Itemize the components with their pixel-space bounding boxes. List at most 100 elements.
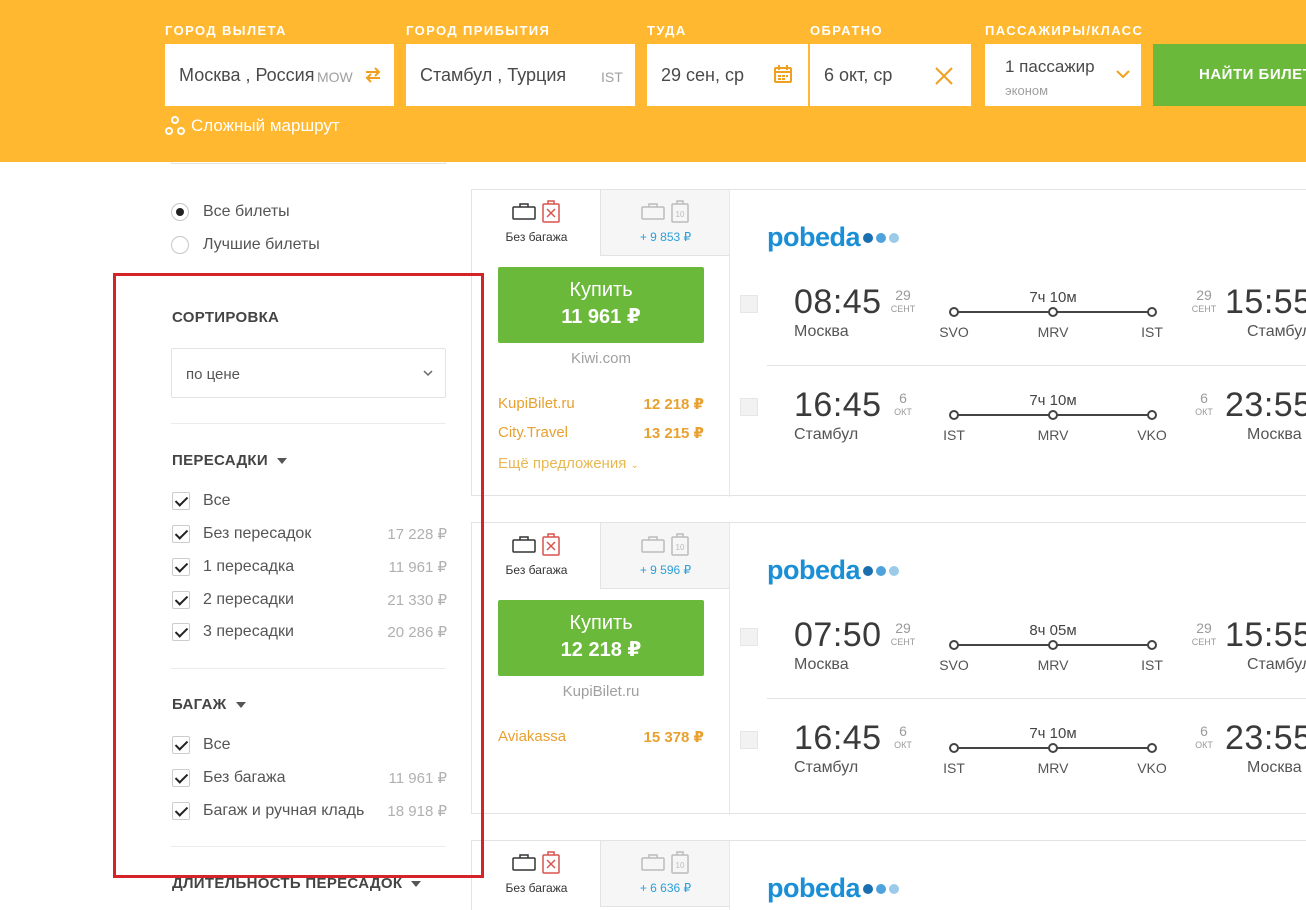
departure-city: Москва	[794, 656, 849, 673]
airline-logo: pobeda	[767, 555, 900, 586]
select-leg-checkbox[interactable]	[740, 295, 758, 313]
route-stop-dot	[949, 640, 959, 650]
logo-dot	[889, 565, 900, 576]
departure-month: ОКТ	[894, 740, 912, 750]
tab-no-baggage-label: Без багажа	[505, 881, 568, 895]
card-divider	[729, 523, 730, 815]
more-offers-link[interactable]: Ещё предложения ⌄	[498, 455, 639, 472]
departure-city: Стамбул	[794, 426, 859, 443]
arrival-city: Москва	[1247, 759, 1302, 776]
arrival-month: СЕНТ	[1191, 637, 1217, 647]
no-baggage-icon	[542, 200, 560, 223]
airline-name: pobeda	[767, 555, 861, 585]
passenger-field[interactable]: 1 пассажир эконом	[985, 44, 1141, 106]
tab-no-baggage[interactable]: Без багажа	[472, 841, 601, 907]
more-offers-label: Ещё предложения	[498, 455, 627, 472]
route-stop-dot	[1147, 307, 1157, 317]
offer-agent-link[interactable]: Aviakassa	[498, 728, 566, 745]
radio-all-tickets[interactable]	[171, 203, 189, 221]
tab-with-baggage[interactable]: 10 + 9 853 ₽	[601, 190, 730, 256]
arrival-city: Москва	[1247, 426, 1302, 443]
hand-luggage-icon	[512, 203, 536, 220]
swap-icon[interactable]	[363, 66, 383, 84]
select-leg-checkbox[interactable]	[740, 628, 758, 646]
pax-label: ПАССАЖИРЫ/КЛАСС	[985, 23, 1144, 38]
arrival-month: СЕНТ	[1191, 304, 1217, 314]
airport-code: IST	[943, 760, 965, 776]
departure-time: 16:45	[794, 719, 882, 757]
hand-luggage-icon	[641, 536, 665, 553]
airport-code: MRV	[1037, 760, 1069, 776]
card-divider	[729, 841, 730, 910]
route-stop-dot	[1048, 640, 1058, 650]
arrival-city: Стамбул	[1247, 323, 1306, 340]
airport-code: IST	[943, 427, 965, 443]
route-stop-dot	[949, 410, 959, 420]
select-leg-checkbox[interactable]	[740, 731, 758, 749]
baggage-extra-price: + 9 853 ₽	[639, 230, 692, 244]
arrival-time: 23:55	[1225, 386, 1306, 424]
arrival-month: ОКТ	[1195, 407, 1213, 417]
logo-dot	[889, 232, 900, 243]
tab-with-baggage[interactable]: 10 + 9 596 ₽	[601, 523, 730, 589]
clear-date-icon[interactable]	[934, 66, 954, 86]
svg-text:10: 10	[676, 543, 685, 552]
depart-field[interactable]: 29 сен, ср	[647, 44, 808, 106]
buy-button[interactable]: Купить 12 218 ₽	[498, 600, 704, 676]
from-value: Москва , Россия	[179, 65, 315, 85]
departure-time: 08:45	[794, 283, 882, 321]
baggage-10kg-icon: 10	[671, 200, 689, 223]
tab-with-baggage[interactable]: 10 + 6 636 ₽	[601, 841, 730, 907]
departure-day: 6	[899, 723, 907, 739]
logo-dot	[863, 565, 874, 576]
calendar-icon[interactable]	[773, 64, 793, 84]
depart-value: 29 сен, ср	[661, 65, 744, 85]
buy-price: 12 218 ₽	[560, 639, 642, 661]
agent-name: Kiwi.com	[570, 350, 631, 367]
departure-day: 29	[895, 287, 911, 303]
logo-dot	[889, 883, 900, 894]
departure-city: Москва	[794, 323, 849, 340]
from-field[interactable]: Москва , Россия MOW	[165, 44, 394, 106]
airport-code: SVO	[939, 657, 969, 673]
search-button[interactable]: НАЙТИ БИЛЕТЫ	[1153, 44, 1306, 106]
airline-name: pobeda	[767, 873, 861, 903]
tab-no-baggage[interactable]: Без багажа	[472, 190, 601, 256]
svg-text:10: 10	[676, 210, 685, 219]
return-value: 6 окт, ср	[824, 65, 893, 85]
radio-label-best: Лучшие билеты	[203, 236, 320, 253]
route-stop-dot	[1147, 640, 1157, 650]
offer-agent-link[interactable]: City.Travel	[498, 424, 568, 441]
complex-route-link[interactable]: Сложный маршрут	[165, 116, 340, 136]
arrival-month: ОКТ	[1195, 740, 1213, 750]
route-stop-dot	[1048, 743, 1058, 753]
flight-duration: 7ч 10м	[1029, 392, 1077, 409]
pax-value: 1 пассажир	[1005, 57, 1095, 76]
offer-agent-link[interactable]: KupiBilet.ru	[498, 395, 575, 412]
airport-code: MRV	[1037, 324, 1069, 340]
arrival-city: Стамбул	[1247, 656, 1306, 673]
departure-day: 29	[895, 620, 911, 636]
route-stop-dot	[1048, 307, 1058, 317]
flight-duration: 7ч 10м	[1029, 725, 1077, 742]
complex-route-label: Сложный маршрут	[191, 116, 340, 135]
ticket-card: Без багажа 10 + 9 853 ₽ pobeda Купить 11…	[471, 189, 1306, 497]
buy-button[interactable]: Купить 11 961 ₽	[498, 267, 704, 343]
airline-name: pobeda	[767, 222, 861, 252]
svg-text:10: 10	[676, 861, 685, 870]
highlight-box	[113, 273, 484, 878]
return-field[interactable]: 6 окт, ср	[810, 44, 971, 106]
hand-luggage-icon	[512, 536, 536, 553]
leg-divider	[767, 365, 1306, 366]
to-field[interactable]: Стамбул , Турция IST	[406, 44, 635, 106]
logo-dot	[863, 232, 874, 243]
select-leg-checkbox[interactable]	[740, 398, 758, 416]
flight-duration: 8ч 05м	[1029, 622, 1077, 639]
radio-best-tickets[interactable]	[171, 236, 189, 254]
logo-dot	[876, 565, 887, 576]
route-stop-dot	[949, 307, 959, 317]
hand-luggage-icon	[641, 854, 665, 871]
tab-no-baggage-label: Без багажа	[505, 230, 568, 244]
buy-price: 11 961 ₽	[561, 306, 641, 328]
tab-no-baggage[interactable]: Без багажа	[472, 523, 601, 589]
